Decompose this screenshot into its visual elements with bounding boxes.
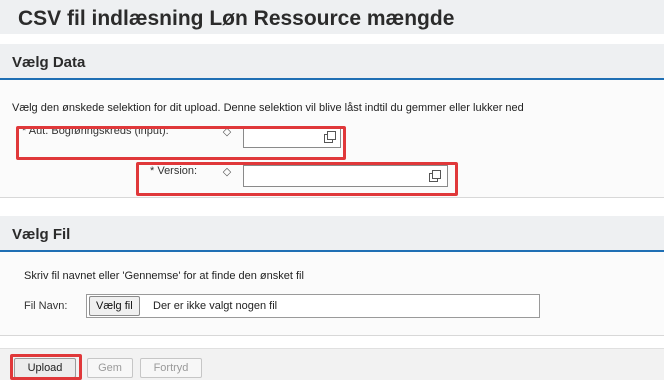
no-file-text: Der er ikke valgt nogen fil bbox=[153, 300, 278, 312]
select-file-panel: Skriv fil navnet eller 'Gennemse' for at… bbox=[0, 252, 664, 336]
diamond-icon: ◇ bbox=[222, 166, 232, 178]
version-input[interactable] bbox=[243, 165, 448, 187]
file-name-label: Fil Navn: bbox=[24, 300, 68, 312]
footer-toolbar: Upload Gem Fortryd bbox=[0, 348, 664, 380]
select-file-title: Vælg Fil bbox=[12, 226, 71, 243]
select-file-header: Vælg Fil bbox=[0, 216, 664, 252]
choose-file-button[interactable]: Vælg fil bbox=[89, 296, 140, 316]
page-header: CSV fil indlæsning Løn Ressource mængde bbox=[0, 0, 664, 34]
company-code-label: * Aut. Bogføringskreds (input): bbox=[22, 125, 169, 137]
diamond-icon: ◇ bbox=[222, 126, 232, 138]
upload-button[interactable]: Upload bbox=[14, 358, 76, 378]
select-data-instruction: Vælg den ønskede selektion for dit uploa… bbox=[12, 102, 524, 114]
file-input[interactable]: Vælg fil Der er ikke valgt nogen fil bbox=[86, 294, 540, 318]
page-title: CSV fil indlæsning Løn Ressource mængde bbox=[18, 7, 455, 30]
value-help-icon[interactable] bbox=[429, 170, 441, 182]
cancel-button[interactable]: Fortryd bbox=[140, 358, 202, 378]
value-help-icon[interactable] bbox=[324, 131, 336, 143]
company-code-input[interactable] bbox=[243, 126, 341, 148]
select-data-header: Vælg Data bbox=[0, 44, 664, 80]
save-button[interactable]: Gem bbox=[87, 358, 133, 378]
version-label: * Version: bbox=[150, 165, 198, 177]
select-data-panel: Vælg den ønskede selektion for dit uploa… bbox=[0, 80, 664, 198]
select-file-instruction: Skriv fil navnet eller 'Gennemse' for at… bbox=[24, 270, 304, 282]
select-data-title: Vælg Data bbox=[12, 54, 86, 71]
